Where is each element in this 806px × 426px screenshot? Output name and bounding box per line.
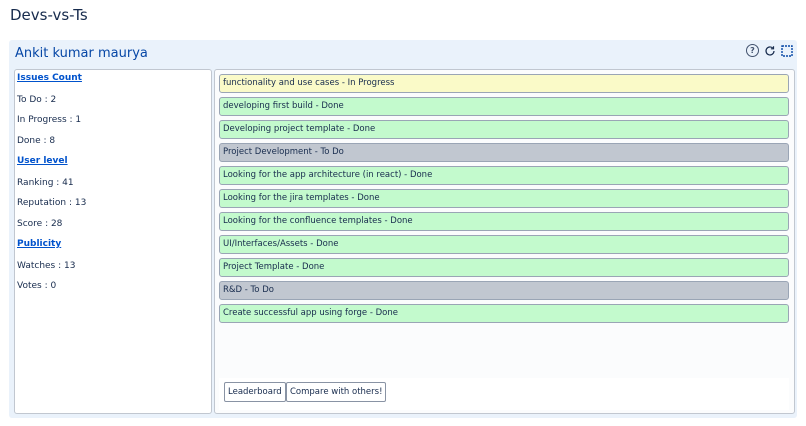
expand-icon[interactable] <box>780 44 793 57</box>
leaderboard-button[interactable]: Leaderboard <box>224 382 286 402</box>
task-item[interactable]: R&D - To Do <box>219 281 789 300</box>
header-icons: ? <box>746 44 793 57</box>
ranking-value: Ranking : 41 <box>17 178 74 188</box>
task-item[interactable]: Developing project template - Done <box>219 120 789 139</box>
publicity-link[interactable]: Publicity <box>17 239 61 249</box>
task-item[interactable]: Looking for the jira templates - Done <box>219 189 789 208</box>
user-card: Ankit kumar maurya ? Issues Count To Do … <box>9 40 797 418</box>
stats-panel: Issues Count To Do : 2 In Progress : 1 D… <box>14 69 212 414</box>
todo-count: To Do : 2 <box>17 95 57 105</box>
refresh-icon[interactable] <box>763 44 776 57</box>
in-progress-count: In Progress : 1 <box>17 115 82 125</box>
votes-value: Votes : 0 <box>17 281 57 291</box>
score-value: Score : 28 <box>17 219 63 229</box>
app-title: Devs-vs-Ts <box>10 6 88 24</box>
task-list: functionality and use cases - In Progres… <box>219 74 789 327</box>
task-item[interactable]: UI/Interfaces/Assets - Done <box>219 235 789 254</box>
task-item[interactable]: Looking for the confluence templates - D… <box>219 212 789 231</box>
reputation-value: Reputation : 13 <box>17 198 87 208</box>
task-item[interactable]: Create successful app using forge - Done <box>219 304 789 323</box>
issues-count-link[interactable]: Issues Count <box>17 73 82 83</box>
done-count: Done : 8 <box>17 136 56 146</box>
user-name: Ankit kumar maurya <box>15 46 148 61</box>
user-level-link[interactable]: User level <box>17 156 68 166</box>
task-item[interactable]: Project Template - Done <box>219 258 789 277</box>
issues-panel: functionality and use cases - In Progres… <box>214 69 795 414</box>
help-icon[interactable]: ? <box>746 44 759 57</box>
task-item[interactable]: Project Development - To Do <box>219 143 789 162</box>
panel-footer: Leaderboard Compare with others! <box>219 378 789 410</box>
task-item[interactable]: Looking for the app architecture (in rea… <box>219 166 789 185</box>
task-item[interactable]: developing first build - Done <box>219 97 789 116</box>
compare-button[interactable]: Compare with others! <box>286 382 387 402</box>
task-item[interactable]: functionality and use cases - In Progres… <box>219 74 789 93</box>
card-header: Ankit kumar maurya ? <box>9 40 797 68</box>
watches-value: Watches : 13 <box>17 261 76 271</box>
